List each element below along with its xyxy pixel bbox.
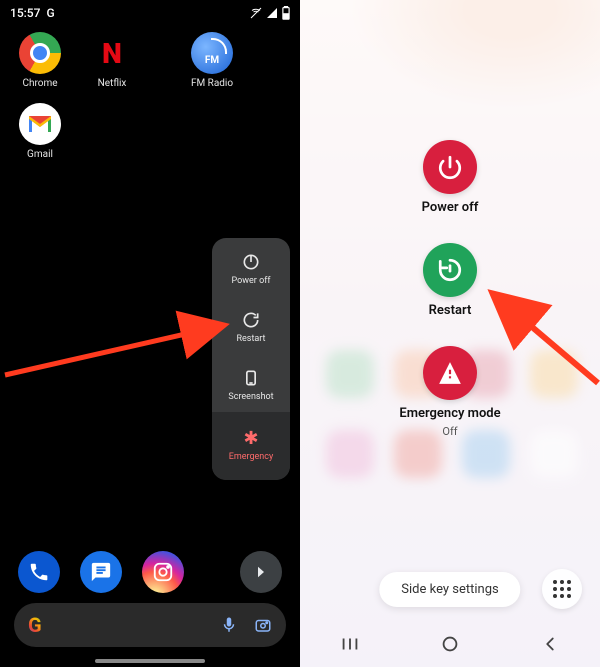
power-menu-restart[interactable]: Restart bbox=[212, 296, 290, 354]
power-icon bbox=[423, 140, 477, 194]
dock bbox=[0, 551, 300, 593]
power-menu-label: Power off bbox=[232, 276, 271, 286]
phone-app[interactable] bbox=[18, 551, 60, 593]
google-g-icon: G bbox=[28, 613, 42, 637]
app-netflix[interactable]: N Netflix bbox=[76, 32, 148, 89]
samsung-power-menu: Power off Restart Emergency mode Off bbox=[300, 140, 600, 438]
samsung-menu-sublabel: Off bbox=[442, 425, 457, 438]
gmail-icon bbox=[19, 103, 61, 145]
lens-icon[interactable] bbox=[254, 616, 272, 634]
side-key-settings-button[interactable]: Side key settings bbox=[379, 572, 520, 607]
netflix-icon: N bbox=[91, 32, 133, 74]
apps-grid-icon bbox=[553, 580, 571, 598]
restart-icon bbox=[423, 243, 477, 297]
nav-recents-icon[interactable] bbox=[339, 633, 361, 655]
instagram-icon bbox=[152, 561, 174, 583]
power-icon bbox=[241, 252, 261, 272]
nav-home-icon[interactable] bbox=[439, 633, 461, 655]
status-indicator-g: G bbox=[46, 6, 54, 20]
power-menu-emergency[interactable]: ✱ Emergency bbox=[212, 412, 290, 480]
status-icons bbox=[250, 6, 290, 20]
app-chrome[interactable]: Chrome bbox=[4, 32, 76, 89]
power-menu-label: Restart bbox=[236, 334, 265, 344]
samsung-menu-label: Restart bbox=[429, 303, 472, 318]
restart-icon bbox=[241, 310, 261, 330]
gesture-nav-handle[interactable] bbox=[95, 659, 205, 663]
chevron-up-icon bbox=[252, 563, 270, 581]
samsung-power-off[interactable]: Power off bbox=[422, 140, 479, 215]
status-time: 15:57 bbox=[10, 6, 40, 20]
no-data-icon bbox=[250, 7, 262, 19]
samsung-phone-screen: Power off Restart Emergency mode Off Sid… bbox=[300, 0, 600, 667]
pixel-power-menu: Power off Restart Screenshot ✱ Emergency bbox=[212, 238, 290, 480]
app-label: Chrome bbox=[22, 78, 57, 89]
samsung-emergency-mode[interactable]: Emergency mode Off bbox=[399, 346, 500, 438]
messages-app[interactable] bbox=[80, 551, 122, 593]
pixel-phone-screen: 15:57 G Chrome N Netflix FM FM Radio Gma… bbox=[0, 0, 300, 667]
mic-icon[interactable] bbox=[220, 616, 238, 634]
samsung-menu-label: Power off bbox=[422, 200, 479, 215]
battery-icon bbox=[282, 6, 290, 20]
app-fmradio[interactable]: FM FM Radio bbox=[176, 32, 248, 89]
power-menu-poweroff[interactable]: Power off bbox=[212, 238, 290, 296]
app-gmail[interactable]: Gmail bbox=[4, 103, 76, 160]
app-grid: Chrome N Netflix FM FM Radio Gmail bbox=[0, 22, 300, 174]
samsung-restart[interactable]: Restart bbox=[423, 243, 477, 318]
status-bar: 15:57 G bbox=[0, 0, 300, 22]
power-menu-screenshot[interactable]: Screenshot bbox=[212, 354, 290, 412]
emergency-asterisk-icon: ✱ bbox=[243, 430, 258, 448]
app-drawer-button[interactable] bbox=[240, 551, 282, 593]
screenshot-icon bbox=[241, 368, 261, 388]
chrome-icon bbox=[19, 32, 61, 74]
app-label: FM Radio bbox=[191, 78, 233, 89]
app-label: Netflix bbox=[98, 78, 127, 89]
phone-icon bbox=[28, 561, 50, 583]
instagram-app[interactable] bbox=[142, 551, 184, 593]
samsung-nav-bar bbox=[300, 621, 600, 667]
apps-drawer-button[interactable] bbox=[542, 569, 582, 609]
power-menu-label: Emergency bbox=[229, 452, 274, 462]
power-menu-label: Screenshot bbox=[228, 392, 273, 402]
messages-icon bbox=[90, 561, 112, 583]
samsung-menu-label: Emergency mode bbox=[399, 406, 500, 421]
fmradio-icon: FM bbox=[191, 32, 233, 74]
app-label: Gmail bbox=[27, 149, 53, 160]
google-search-bar[interactable]: G bbox=[14, 603, 286, 647]
side-key-label: Side key settings bbox=[401, 582, 498, 597]
nav-back-icon[interactable] bbox=[539, 633, 561, 655]
emergency-icon bbox=[423, 346, 477, 400]
signal-icon bbox=[266, 7, 278, 19]
